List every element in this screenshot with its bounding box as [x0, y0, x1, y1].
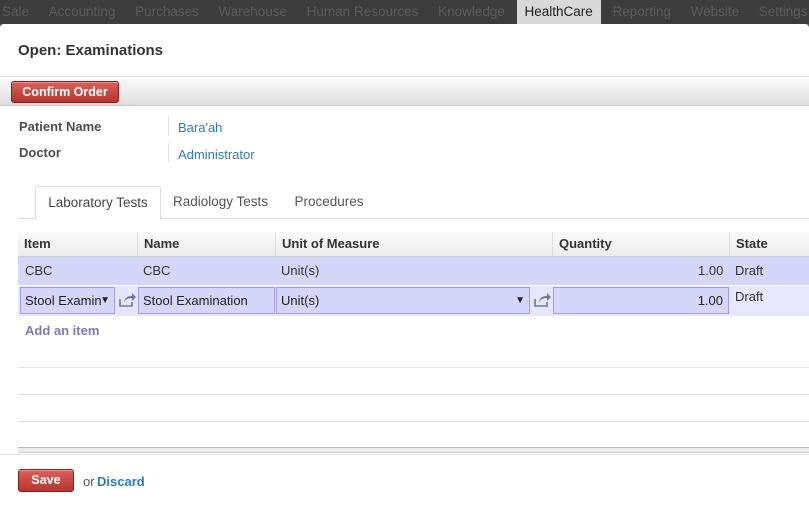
form-statusbar: Confirm Order: [0, 77, 809, 106]
table-header: Item Name Unit of Measure Quantity State: [18, 232, 809, 257]
table-row[interactable]: CBC CBC Unit(s) 1.00 Draft: [18, 257, 809, 285]
column-header-state[interactable]: State: [730, 232, 809, 256]
menu-item-website[interactable]: Website: [683, 0, 748, 24]
menu-item-knowledge[interactable]: Knowledge: [430, 0, 513, 24]
patient-name-label: Patient Name: [19, 119, 102, 134]
discard-link[interactable]: Discard: [97, 474, 145, 489]
column-header-quantity[interactable]: Quantity: [553, 232, 730, 256]
tab-laboratory-tests[interactable]: Laboratory Tests: [35, 186, 161, 220]
menu-item-accounting[interactable]: Accounting: [41, 0, 124, 24]
name-field[interactable]: Stool Examination: [138, 287, 275, 314]
column-header-item[interactable]: Item: [18, 232, 138, 256]
empty-row-divider: [18, 394, 809, 395]
confirm-order-button[interactable]: Confirm Order: [11, 81, 119, 103]
cell-uom: Unit(s): [281, 263, 320, 278]
patient-name-link[interactable]: Bara'ah: [178, 120, 222, 135]
item-select-value: Stool Examin: [25, 293, 102, 308]
examination-dialog: Open: Examinations Confirm Order Patient…: [0, 24, 809, 507]
menu-item-purchases[interactable]: Purchases: [127, 0, 207, 24]
doctor-link[interactable]: Administrator: [178, 147, 255, 162]
dialog-footer: Save or Discard: [0, 454, 809, 507]
quantity-field-value: 1.00: [697, 293, 723, 308]
dialog-title: Open: Examinations: [18, 42, 164, 59]
add-an-item-link[interactable]: Add an item: [25, 323, 99, 338]
table-row-editing[interactable]: Stool Examin ▼ Stool Examination Unit(s)…: [18, 286, 809, 316]
or-text: or: [83, 474, 95, 489]
tab-procedures[interactable]: Procedures: [284, 187, 374, 217]
item-select[interactable]: Stool Examin ▼: [20, 287, 115, 314]
menu-item-sale[interactable]: Sale: [0, 0, 37, 24]
share-icon[interactable]: [117, 291, 137, 309]
cell-state: Draft: [735, 289, 764, 304]
menu-item-reporting[interactable]: Reporting: [604, 0, 679, 24]
menu-item-healthcare[interactable]: HealthCare: [516, 0, 601, 24]
share-icon[interactable]: [532, 291, 552, 309]
caret-down-icon[interactable]: ▼: [100, 288, 110, 313]
uom-select-value: Unit(s): [281, 293, 320, 308]
dialog-header: Open: Examinations: [0, 24, 809, 77]
column-header-name[interactable]: Name: [138, 232, 276, 256]
top-menu-bar: Sale Accounting Purchases Warehouse Huma…: [0, 0, 809, 24]
doctor-label: Doctor: [19, 145, 61, 160]
table-footer: [18, 447, 809, 453]
empty-row-divider: [18, 421, 809, 422]
name-field-value: Stool Examination: [143, 293, 248, 308]
cell-state: Draft: [735, 263, 764, 278]
quantity-field[interactable]: 1.00: [553, 287, 729, 314]
tab-bar: Laboratory Tests Radiology Tests Procedu…: [18, 174, 809, 220]
uom-select[interactable]: Unit(s) ▼: [276, 287, 530, 314]
field-separator: [168, 116, 169, 136]
column-header-unit-of-measure[interactable]: Unit of Measure: [276, 232, 553, 256]
tab-radiology-tests[interactable]: Radiology Tests: [163, 187, 278, 217]
menu-item-warehouse[interactable]: Warehouse: [211, 0, 296, 24]
menu-item-human-resources[interactable]: Human Resources: [299, 0, 427, 24]
empty-row-divider: [18, 367, 809, 368]
menu-item-settings[interactable]: Settings: [751, 0, 809, 24]
cell-quantity: 1.00: [698, 263, 724, 278]
caret-down-icon[interactable]: ▼: [515, 288, 525, 313]
save-button[interactable]: Save: [18, 469, 74, 492]
cell-item: CBC: [25, 263, 53, 278]
field-separator: [168, 143, 169, 163]
cell-name: CBC: [143, 263, 171, 278]
